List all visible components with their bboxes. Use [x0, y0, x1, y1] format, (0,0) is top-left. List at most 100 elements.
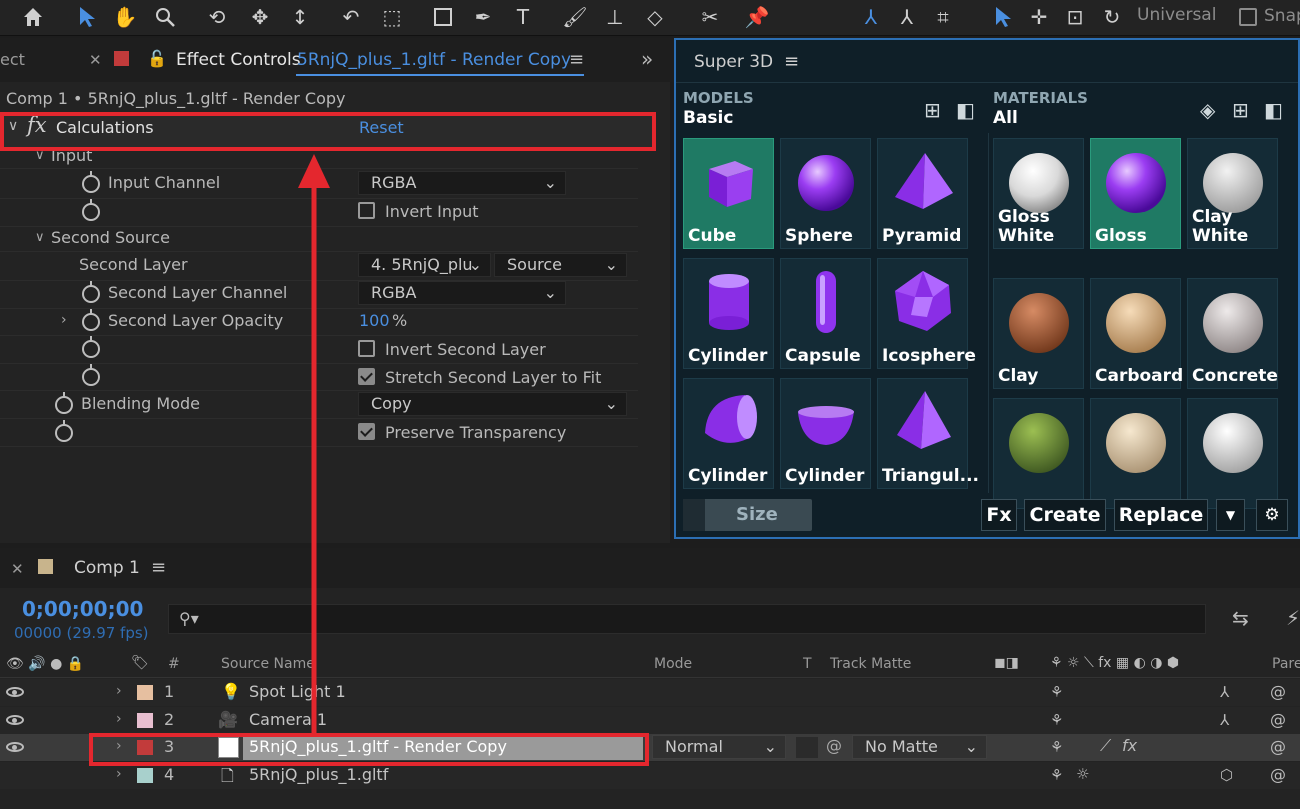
blend-mode-dropdown[interactable]: Normal ⌄	[652, 735, 786, 759]
size-slider[interactable]: Size	[683, 499, 812, 531]
invert-second-checkbox[interactable]	[358, 340, 375, 357]
material-card-marble[interactable]	[1187, 398, 1278, 509]
layer-switches-icons[interactable]: ⚘ ☼ ⟍ fx ▦ ◐ ◑ ⬢	[1050, 655, 1179, 671]
pickwhip-icon[interactable]: @	[1270, 710, 1286, 729]
selection-tool-icon[interactable]	[72, 2, 102, 32]
puppet-pin-tool-icon[interactable]: 📌	[742, 2, 772, 32]
select-3d-icon[interactable]	[987, 2, 1017, 32]
second-layer-dropdown[interactable]: 4. 5RnjQ_plu ⌄	[358, 253, 491, 277]
material-card-clay[interactable]: Clay	[993, 278, 1084, 389]
materials-subheader[interactable]: All	[993, 108, 1018, 128]
shy-switch-icon[interactable]: ⚘	[1050, 738, 1063, 756]
panel-overflow-icon[interactable]: »	[641, 47, 653, 71]
preserve-transparency-switch[interactable]	[796, 737, 818, 758]
replace-dropdown-button[interactable]: ▼	[1216, 499, 1245, 531]
collapse-switch-icon[interactable]: ☼	[1076, 765, 1089, 783]
eye-icon[interactable]	[6, 687, 24, 697]
label-column-icon[interactable]: 🏷	[131, 655, 149, 671]
model-card-capsule[interactable]: Capsule	[780, 258, 871, 369]
comp-flowchart-icon[interactable]: ⇆	[1232, 606, 1249, 630]
material-card-concrete[interactable]: Concrete	[1187, 278, 1278, 389]
local-axis-icon[interactable]: ⅄	[856, 2, 886, 32]
collapse-sidebar-icon[interactable]: ◧	[1264, 98, 1283, 122]
input-channel-dropdown[interactable]: RGBA ⌄	[358, 171, 566, 195]
expand-icon[interactable]: ›	[116, 766, 122, 782]
comp-tab-title[interactable]: Comp 1	[74, 558, 140, 578]
rectangle-tool-icon[interactable]	[428, 2, 458, 32]
preserve-transparency-checkbox[interactable]	[358, 423, 375, 440]
snap-checkbox[interactable]	[1239, 8, 1257, 26]
scale-3d-icon[interactable]: ⊡	[1060, 2, 1090, 32]
close-tab-icon[interactable]: ✕	[11, 560, 24, 578]
expand-icon[interactable]: ›	[116, 711, 122, 727]
view-axis-icon[interactable]: ⌗	[928, 2, 958, 32]
move-3d-icon[interactable]: ✛	[1024, 2, 1054, 32]
pen-tool-icon[interactable]: ✒	[468, 2, 498, 32]
shy-switch-icon[interactable]: ⚘	[1050, 683, 1063, 701]
material-card-clay-white[interactable]: Clay White	[1187, 138, 1278, 249]
panel-menu-icon[interactable]: ≡	[569, 49, 584, 70]
super3d-title[interactable]: Super 3D	[694, 52, 773, 72]
roto-brush-tool-icon[interactable]: ✂	[695, 2, 725, 32]
clone-stamp-tool-icon[interactable]: ⊥	[600, 2, 630, 32]
fx-button[interactable]: Fx	[981, 499, 1017, 531]
expand-opacity-icon[interactable]: ›	[61, 312, 67, 328]
3d-switch-icon[interactable]: ⅄	[1220, 711, 1229, 729]
stopwatch-icon[interactable]	[82, 336, 100, 358]
rotate-3d-icon[interactable]: ↻	[1097, 2, 1127, 32]
quality-switch-icon[interactable]: ⟋	[1100, 736, 1111, 756]
matte-pickwhip-icon[interactable]: @	[826, 736, 842, 755]
av-features-icon[interactable]: 👁 🔊 ● 🔒	[6, 656, 84, 672]
stopwatch-icon[interactable]	[82, 281, 100, 303]
pickwhip-icon[interactable]: @	[1270, 682, 1286, 701]
track-matte-dropdown[interactable]: No Matte ⌄	[852, 735, 987, 759]
brush-tool-icon[interactable]: 🖌	[560, 2, 590, 32]
dolly-tool-icon[interactable]: ↕	[285, 2, 315, 32]
invert-input-checkbox[interactable]	[358, 202, 375, 219]
model-card-sphere[interactable]: Sphere	[780, 138, 871, 249]
effect-controls-tab-layer[interactable]: 5RnjQ_plus_1.gltf - Render Copy	[297, 50, 571, 70]
panel-menu-icon[interactable]: ≡	[784, 51, 799, 72]
3d-switch-icon[interactable]: ⅄	[1220, 683, 1229, 701]
timecode[interactable]: 0;00;00;00	[22, 597, 143, 621]
stopwatch-icon[interactable]	[55, 392, 73, 414]
model-card-pyramid[interactable]: Pyramid	[877, 138, 968, 249]
switch-column-icons[interactable]: ◼◨	[994, 655, 1019, 671]
settings-icon[interactable]: ⚙	[1256, 499, 1288, 531]
stopwatch-icon[interactable]	[55, 420, 73, 442]
grid-view-icon[interactable]: ⊞	[1232, 98, 1249, 122]
model-card-cylinder[interactable]: Cylinder	[683, 258, 774, 369]
stretch-second-checkbox[interactable]	[358, 368, 375, 385]
second-layer-channel-dropdown[interactable]: RGBA ⌄	[358, 281, 566, 305]
project-tab-partial[interactable]: ect	[0, 50, 25, 69]
stopwatch-icon[interactable]	[82, 364, 100, 386]
pickwhip-icon[interactable]: @	[1270, 737, 1286, 756]
layer-row-1[interactable]: › 1 💡 Spot Light 1 ⚘ ⅄ @	[0, 679, 1300, 706]
model-card-cylinder-half[interactable]: Cylinder	[683, 378, 774, 489]
shy-switch-icon[interactable]: ⚘	[1050, 711, 1063, 729]
stopwatch-icon[interactable]	[82, 309, 100, 331]
close-tab-icon[interactable]: ✕	[89, 51, 102, 69]
3d-switch-icon[interactable]: ⬡	[1220, 766, 1233, 784]
world-axis-icon[interactable]: ⅄	[892, 2, 922, 32]
model-card-cube[interactable]: Cube	[683, 138, 774, 249]
layer-row-4[interactable]: › 4 🗋 5RnjQ_plus_1.gltf ⚘ ☼ ⬡ @	[0, 762, 1300, 789]
replace-button[interactable]: Replace	[1114, 499, 1208, 531]
stopwatch-icon[interactable]	[82, 171, 100, 193]
size-slider-handle[interactable]	[683, 499, 705, 531]
model-card-triangular[interactable]: Triangul...	[877, 378, 979, 489]
panel-menu-icon[interactable]: ≡	[151, 557, 166, 578]
layer-name[interactable]: 5RnjQ_plus_1.gltf	[249, 765, 388, 784]
material-card-sand[interactable]	[1090, 398, 1181, 509]
material-card-carboard[interactable]: Carboard	[1090, 278, 1183, 389]
layer-label-color[interactable]	[137, 768, 153, 783]
grid-view-icon[interactable]: ⊞	[924, 98, 941, 122]
layer-label-color[interactable]	[137, 713, 153, 728]
lock-icon[interactable]: 🔓	[147, 49, 167, 68]
blending-mode-dropdown[interactable]: Copy ⌄	[358, 392, 627, 416]
pan-behind-tool-icon[interactable]: ⬚	[377, 2, 407, 32]
second-layer-source-dropdown[interactable]: Source ⌄	[494, 253, 627, 277]
material-card-moss[interactable]	[993, 398, 1084, 509]
layers-icon[interactable]: ◈	[1200, 98, 1215, 122]
layer-row-2[interactable]: › 2 🎥 Camera 1 ⚘ ⅄ @	[0, 707, 1300, 734]
